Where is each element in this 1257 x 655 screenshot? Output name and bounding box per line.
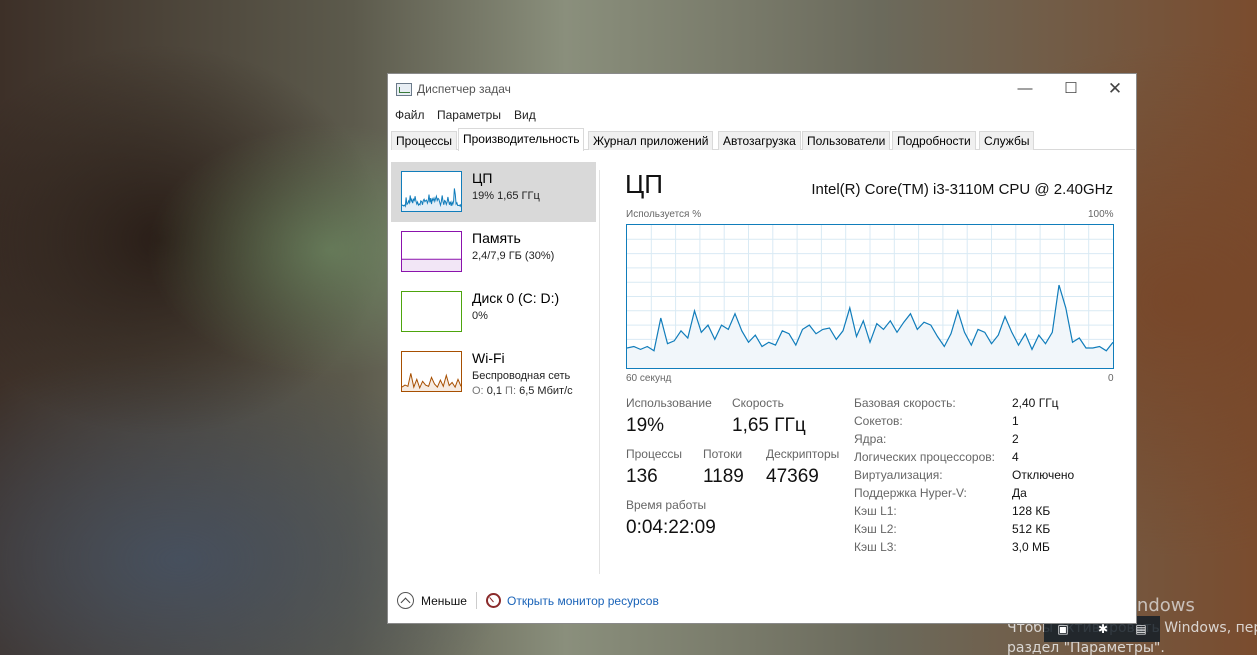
sidebar-item-disk[interactable]: Диск 0 (C: D:) 0% <box>391 282 596 342</box>
processes-label: Процессы <box>626 447 683 461</box>
spec-value: 512 КБ <box>1012 522 1051 536</box>
resource-sidebar: ЦП 19% 1,65 ГГц Память 2,4/7,9 ГБ (30%) … <box>388 160 598 580</box>
tab-processes[interactable]: Процессы <box>391 131 458 150</box>
footer-divider <box>476 592 477 609</box>
sidebar-item-wifi[interactable]: Wi-Fi Беспроводная сеть О: 0,1 П: 6,5 Мб… <box>391 342 596 402</box>
spec-value: 2 <box>1012 432 1019 446</box>
spec-value: Да <box>1012 486 1027 500</box>
spec-label: Логических процессоров: <box>854 450 995 464</box>
sidebar-divider <box>599 170 600 574</box>
maximize-button[interactable]: ☐ <box>1048 74 1094 104</box>
memory-thumbnail-graph <box>401 231 462 272</box>
threads-value: 1189 <box>703 466 744 487</box>
threads-label: Потоки <box>703 447 743 461</box>
spec-value: 3,0 МБ <box>1012 540 1050 554</box>
graph-y-label: Используется % <box>626 209 702 220</box>
open-resource-monitor-link[interactable]: Открыть монитор ресурсов <box>507 594 659 608</box>
tab-details[interactable]: Подробности <box>892 131 976 150</box>
send-value: 0,1 <box>486 385 502 397</box>
sidebar-item-subtitle: 2,4/7,9 ГБ (30%) <box>472 250 555 262</box>
spec-label: Поддержка Hyper-V: <box>854 486 967 500</box>
cpu-thumbnail-graph <box>401 171 462 212</box>
sidebar-item-cpu[interactable]: ЦП 19% 1,65 ГГц <box>391 162 596 222</box>
usage-value: 19% <box>626 415 665 436</box>
tab-users[interactable]: Пользователи <box>802 131 891 150</box>
spec-label: Базовая скорость: <box>854 396 956 410</box>
send-label: О: <box>472 385 484 397</box>
spec-label: Кэш L3: <box>854 540 897 554</box>
monitor-tray-icon[interactable]: ▣ <box>1056 622 1070 636</box>
speed-label: Скорость <box>732 396 784 410</box>
graph-x-left-label: 60 секунд <box>626 373 672 384</box>
tab-services[interactable]: Службы <box>979 131 1035 150</box>
spec-label: Ядра: <box>854 432 887 446</box>
sidebar-item-title: Диск 0 (C: D:) <box>472 290 560 306</box>
graph-y-max-label: 100% <box>1088 209 1114 220</box>
graph-x-right-label: 0 <box>1108 373 1114 384</box>
tab-app-history[interactable]: Журнал приложений <box>588 131 714 150</box>
window-title: Диспетчер задач <box>417 82 511 96</box>
spec-label: Кэш L2: <box>854 522 897 536</box>
tab-startup[interactable]: Автозагрузка <box>718 131 801 150</box>
cpu-model-name: Intel(R) Core(TM) i3-3110M CPU @ 2.40GHz <box>811 181 1113 198</box>
fewer-details-button[interactable]: Меньше <box>421 594 467 608</box>
spec-value: Отключено <box>1012 468 1075 482</box>
footer-bar: Меньше Открыть монитор ресурсов <box>388 589 1136 611</box>
uptime-label: Время работы <box>626 498 707 512</box>
sidebar-item-memory[interactable]: Память 2,4/7,9 ГБ (30%) <box>391 222 596 282</box>
thumbnail-frame <box>401 291 462 332</box>
spec-value: 128 КБ <box>1012 504 1051 518</box>
title-bar[interactable]: Диспетчер задач — ☐ ✕ <box>388 74 1136 104</box>
close-button[interactable]: ✕ <box>1092 74 1138 104</box>
receive-value: 6,5 Мбит/с <box>519 385 573 397</box>
tab-strip: Процессы Производительность Журнал прило… <box>391 128 1135 151</box>
handles-label: Дескрипторы <box>766 447 840 461</box>
sidebar-item-subtitle: 0% <box>472 310 488 322</box>
keyboard-icon[interactable]: ▤ <box>1134 622 1148 636</box>
spec-label: Кэш L1: <box>854 504 897 518</box>
minimize-button[interactable]: — <box>1002 74 1048 104</box>
menu-file[interactable]: Файл <box>395 108 425 122</box>
speed-value: 1,65 ГГц <box>732 415 806 436</box>
processes-value: 136 <box>626 466 658 487</box>
handles-value: 47369 <box>766 466 819 487</box>
sidebar-item-title: Память <box>472 230 521 246</box>
menu-view[interactable]: Вид <box>514 108 536 122</box>
wifi-throughput: О: 0,1 П: 6,5 Мбит/с <box>472 385 573 397</box>
task-manager-icon <box>396 83 412 96</box>
sidebar-item-subtitle: Беспроводная сеть <box>472 370 571 382</box>
tab-performance[interactable]: Производительность <box>458 128 585 151</box>
spec-value: 4 <box>1012 450 1019 464</box>
usage-label: Использование <box>626 396 712 410</box>
sidebar-item-title: Wi-Fi <box>472 350 505 366</box>
spec-label: Виртуализация: <box>854 468 943 482</box>
sidebar-item-subtitle: 19% 1,65 ГГц <box>472 190 540 202</box>
resource-monitor-icon[interactable] <box>486 593 501 608</box>
bluetooth-icon[interactable]: ✱ <box>1096 622 1110 636</box>
task-manager-window: Диспетчер задач — ☐ ✕ Файл Параметры Вид… <box>387 73 1137 624</box>
spec-label: Сокетов: <box>854 414 903 428</box>
page-title: ЦП <box>625 169 663 199</box>
cpu-usage-chart <box>627 225 1113 368</box>
spec-value: 1 <box>1012 414 1019 428</box>
memory-thumbnail-area <box>402 259 461 271</box>
disk-thumbnail-graph <box>401 291 462 332</box>
spec-value: 2,40 ГГц <box>1012 396 1059 410</box>
sidebar-item-title: ЦП <box>472 170 493 186</box>
wifi-thumbnail-graph <box>401 351 462 392</box>
uptime-value: 0:04:22:09 <box>626 517 716 538</box>
menu-options[interactable]: Параметры <box>437 108 501 122</box>
chevron-up-icon[interactable] <box>397 592 414 609</box>
cpu-usage-graph <box>626 224 1114 369</box>
receive-label: П: <box>505 385 517 397</box>
